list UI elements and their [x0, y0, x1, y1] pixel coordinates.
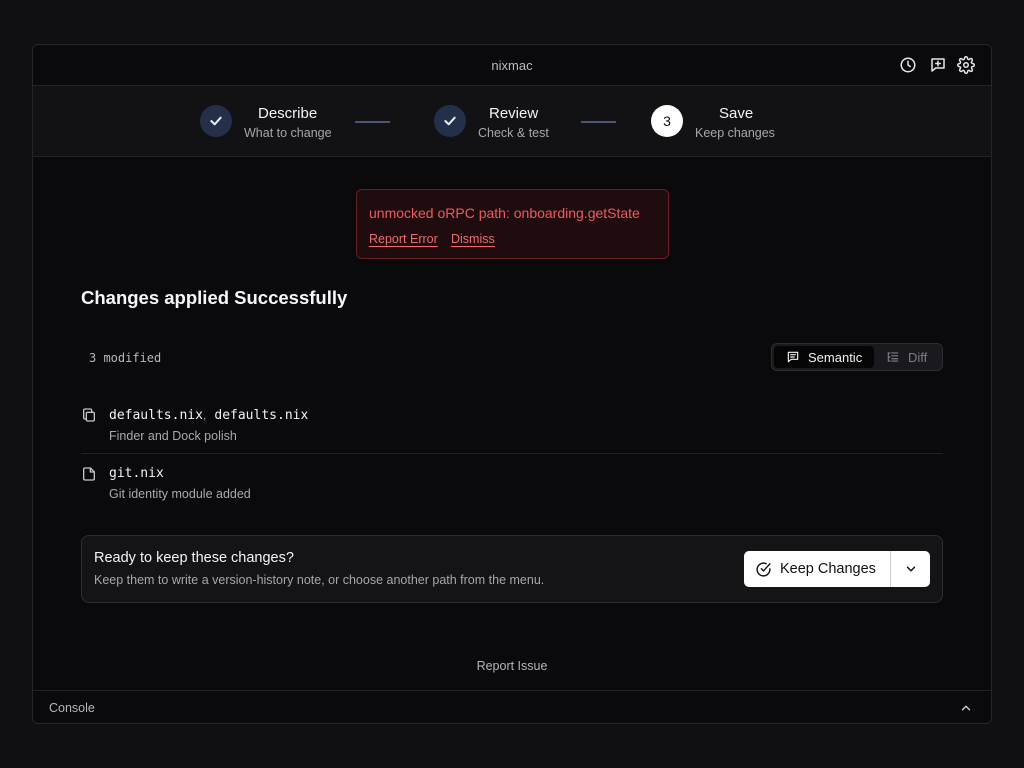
- files-icon: [81, 407, 99, 425]
- history-icon[interactable]: [899, 56, 917, 74]
- file-name: defaults.nix: [214, 408, 309, 423]
- settings-icon[interactable]: [957, 56, 975, 74]
- view-toggle: Semantic Diff: [771, 343, 943, 371]
- file-description: Finder and Dock polish: [109, 429, 237, 443]
- progress-stepper: Describe What to change Review Check & t…: [33, 86, 991, 157]
- step-3-subtitle: Keep changes: [695, 126, 775, 140]
- keep-card-subtitle: Keep them to write a version-history not…: [94, 573, 545, 587]
- keep-options-dropdown[interactable]: [890, 551, 930, 587]
- keep-card-title: Ready to keep these changes?: [94, 550, 294, 566]
- step-1-subtitle: What to change: [244, 126, 332, 140]
- diff-view-button[interactable]: Diff: [874, 346, 942, 368]
- divider: [81, 453, 943, 454]
- step-3-number: 3: [651, 105, 683, 137]
- chevron-up-icon[interactable]: [959, 701, 973, 715]
- feedback-icon[interactable]: [929, 56, 947, 74]
- title-bar: nixmac: [33, 45, 991, 86]
- error-banner: unmocked oRPC path: onboarding.getState …: [356, 189, 669, 259]
- app-window: nixmac Describe What to change Review Ch…: [32, 44, 992, 724]
- step-connector: [355, 121, 390, 123]
- console-bar[interactable]: Console: [33, 690, 991, 723]
- file-names: defaults.nix, defaults.nix: [109, 407, 308, 423]
- file-name: defaults.nix: [109, 408, 203, 423]
- file-row[interactable]: defaults.nix, defaults.nix Finder and Do…: [81, 407, 943, 447]
- console-label: Console: [49, 701, 95, 715]
- file-name: git.nix: [109, 466, 164, 481]
- report-issue-link[interactable]: Report Issue: [33, 659, 991, 673]
- step-2-check-icon: [434, 105, 466, 137]
- step-2-title: Review: [489, 105, 539, 122]
- app-title: nixmac: [491, 58, 533, 73]
- step-3-title: Save: [719, 105, 754, 122]
- dismiss-link[interactable]: Dismiss: [451, 232, 495, 246]
- step-2-subtitle: Check & test: [478, 126, 549, 140]
- step-1-title: Describe: [258, 105, 318, 122]
- step-1-check-icon: [200, 105, 232, 137]
- diff-label: Diff: [908, 349, 928, 365]
- error-message: unmocked oRPC path: onboarding.getState: [369, 205, 640, 221]
- check-circle-icon: [756, 561, 771, 577]
- list-tree-icon: [887, 352, 899, 362]
- report-error-link[interactable]: Report Error: [369, 232, 438, 246]
- keep-changes-button[interactable]: Keep Changes: [744, 551, 890, 587]
- file-icon: [81, 466, 99, 484]
- file-row[interactable]: git.nix Git identity module added: [81, 466, 943, 506]
- comment-icon: [787, 351, 799, 363]
- file-description: Git identity module added: [109, 487, 251, 501]
- semantic-label: Semantic: [808, 349, 863, 365]
- semantic-view-button[interactable]: Semantic: [774, 346, 874, 368]
- modified-count: 3 modified: [89, 351, 162, 365]
- file-separator: ,: [202, 407, 207, 422]
- keep-changes-card: Ready to keep these changes? Keep them t…: [81, 535, 943, 603]
- step-connector: [581, 121, 616, 123]
- page-title: Changes applied Successfully: [81, 287, 348, 308]
- chevron-down-icon: [906, 566, 915, 572]
- keep-changes-label: Keep Changes: [780, 561, 876, 577]
